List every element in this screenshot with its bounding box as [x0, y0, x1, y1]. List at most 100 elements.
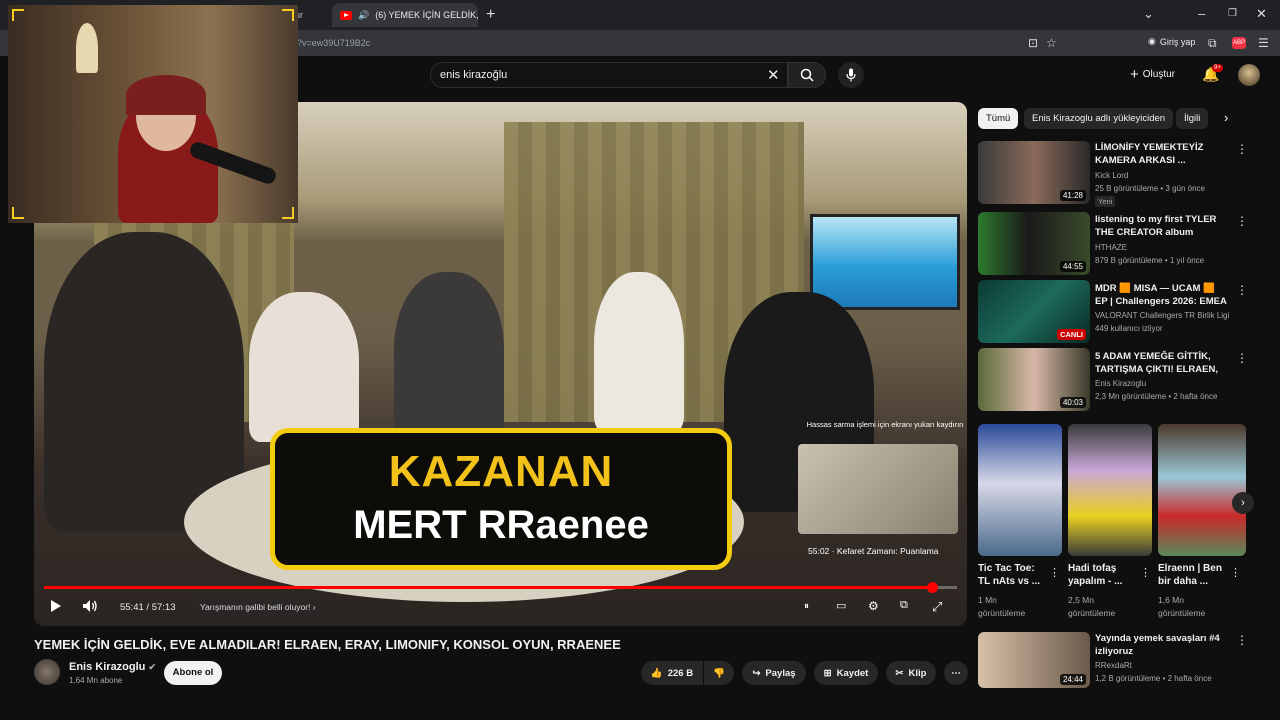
scissors-icon: ✂	[895, 667, 904, 679]
frame-corner	[12, 9, 24, 21]
bookmark-star-icon[interactable]: ☆	[1046, 36, 1057, 50]
rec-more-icon[interactable]: ⋮	[1236, 633, 1248, 647]
new-tab-button[interactable]: +	[486, 6, 495, 24]
chip-related[interactable]: İlgili	[1176, 108, 1209, 129]
short-thumbnail[interactable]	[978, 424, 1062, 556]
short-more-icon[interactable]: ⋮	[1049, 566, 1060, 579]
rec-thumbnail[interactable]: CANLI	[978, 280, 1090, 343]
scene-person	[249, 292, 359, 442]
scroll-hint: Hassas sarma işlemi için ekranı yukarı k…	[806, 420, 964, 429]
short-views: 1 Mn görüntüleme	[978, 595, 1026, 618]
short-more-icon[interactable]: ⋮	[1230, 566, 1241, 579]
window-close-icon[interactable]: ✕	[1256, 6, 1267, 22]
browser-menu-icon[interactable]: ☰	[1258, 36, 1269, 50]
thumbs-up-icon: 👍	[650, 667, 663, 679]
banner-winner-name: MERT RRaenee	[353, 503, 649, 547]
tab-active[interactable]: 🔊 (6) YEMEK İÇİN GELDİK, EVE ✕	[332, 3, 478, 27]
minimize-icon[interactable]: –	[1198, 6, 1205, 21]
rec-thumbnail[interactable]: 40:03	[978, 348, 1090, 411]
share-button[interactable]: ↪ Paylaş	[742, 661, 806, 685]
rec-title[interactable]: LİMONİFY YEMEKTEYİZ KAMERA ARKASI ...	[1095, 141, 1227, 167]
autoplay-toggle[interactable]: ⏸	[804, 601, 809, 612]
dislike-button[interactable]: 👎	[704, 661, 734, 685]
rec-more-icon[interactable]: ⋮	[1236, 142, 1248, 156]
short-thumbnail[interactable]	[1068, 424, 1152, 556]
time-separator: /	[143, 602, 152, 613]
settings-gear-icon[interactable]: ⚙	[868, 599, 879, 613]
rec-title[interactable]: Yayında yemek savaşları #4 izliyoruz	[1095, 632, 1227, 658]
banner-headline: KAZANAN	[388, 447, 614, 496]
time-display: 55:41 / 57:13	[120, 602, 175, 613]
rec-more-icon[interactable]: ⋮	[1236, 283, 1248, 297]
time-current: 55:41	[120, 602, 144, 613]
frame-corner	[12, 207, 24, 219]
clip-button[interactable]: ✂ Klip	[886, 661, 936, 685]
voice-search-button[interactable]	[838, 62, 864, 88]
search-button[interactable]	[788, 62, 826, 88]
account-avatar[interactable]	[1238, 64, 1260, 86]
search-icon	[800, 68, 814, 82]
rec-channel[interactable]: HTHAZE	[1095, 243, 1127, 252]
tab-search-icon[interactable]: ⌄	[1143, 6, 1154, 22]
subscriber-count: 1,64 Mn abone	[69, 676, 123, 685]
more-actions-icon[interactable]: ⋯	[944, 661, 968, 685]
signin-button[interactable]: ◉ Giriş yap	[1148, 36, 1195, 47]
notification-count-badge: 9+	[1212, 64, 1223, 72]
fullscreen-icon[interactable]: ⤢	[932, 599, 942, 615]
rec-thumbnail[interactable]: 41:28	[978, 141, 1090, 204]
short-thumbnail[interactable]	[1158, 424, 1246, 556]
url-text[interactable]: h?v=ew39U719B2c	[292, 38, 370, 48]
install-app-icon[interactable]: ⊡	[1028, 36, 1038, 50]
chapter-title: Yarışmanın galibi belli oluyor!	[200, 602, 311, 612]
rec-more-icon[interactable]: ⋮	[1236, 351, 1248, 365]
save-icon: ⊞	[823, 667, 832, 679]
rec-thumbnail[interactable]: 24:44	[978, 632, 1090, 688]
profile-icon: ◉	[1148, 36, 1156, 46]
like-button[interactable]: 👍 226 B	[641, 661, 703, 685]
search-input[interactable]: enis kirazoğlu ✕	[430, 62, 788, 88]
shorts-next-icon[interactable]: ›	[1232, 492, 1254, 514]
rec-channel[interactable]: Enis Kirazoglu	[1095, 379, 1146, 388]
restore-icon[interactable]: ❐	[1228, 8, 1237, 19]
channel-avatar[interactable]	[34, 659, 60, 685]
lamp-shape	[76, 23, 98, 73]
rec-title[interactable]: listening to my first TYLER THE CREATOR …	[1095, 213, 1227, 239]
clear-search-icon[interactable]: ✕	[767, 66, 780, 84]
scene-person	[394, 272, 504, 442]
short-title[interactable]: Elraenn | Ben bir daha ...	[1158, 562, 1222, 588]
share-icon: ↪	[752, 667, 761, 679]
chip-from-uploader[interactable]: Enis Kirazoglu adlı yükleyiciden	[1024, 108, 1174, 129]
scrub-chapter-label: 55:02 · Kefaret Zamanı: Puanlama	[808, 546, 939, 556]
create-button[interactable]: + Oluştur	[1130, 66, 1175, 83]
short-more-icon[interactable]: ⋮	[1140, 566, 1151, 579]
volume-button[interactable]	[82, 599, 98, 616]
verified-icon: ✔	[148, 662, 157, 672]
winner-banner: KAZANAN MERT RRaenee	[270, 428, 732, 570]
short-title[interactable]: Tic Tac Toe: TL nAts vs ...	[978, 562, 1042, 588]
chips-next-icon[interactable]: ›	[1224, 110, 1228, 125]
progress-scrubber[interactable]	[927, 582, 939, 593]
clip-label: Klip	[908, 667, 927, 679]
rec-title[interactable]: MDR 🟧 MISA — UCAM 🟧 EP | Challengers 202…	[1095, 282, 1227, 308]
short-title[interactable]: Hadi tofaş yapalım - ...	[1068, 562, 1132, 588]
thumbs-down-icon: 👎	[713, 667, 725, 679]
scene-person	[594, 272, 684, 432]
extensions-icon[interactable]: ⧉	[1208, 36, 1217, 51]
subscribe-button[interactable]: Abone ol	[164, 661, 222, 685]
live-badge: CANLI	[1057, 329, 1086, 340]
play-button[interactable]	[50, 599, 62, 616]
rec-channel[interactable]: Kick Lord	[1095, 171, 1128, 180]
rec-title[interactable]: 5 ADAM YEMEĞE GİTTİK, TARTIŞMA ÇIKTI! EL…	[1095, 350, 1227, 376]
rec-channel[interactable]: VALORANT Challengers TR Birlik Ligi	[1095, 311, 1229, 320]
rec-thumbnail[interactable]: 44:55	[978, 212, 1090, 275]
chip-all[interactable]: Tümü	[978, 108, 1019, 129]
rec-more-icon[interactable]: ⋮	[1236, 214, 1248, 228]
channel-name[interactable]: Enis Kirazoglu ✔	[69, 661, 156, 673]
like-count: 226 B	[667, 667, 694, 679]
adblock-extension-icon[interactable]: ABP	[1232, 37, 1246, 49]
save-button[interactable]: ⊞ Kaydet	[814, 661, 878, 685]
chapter-button[interactable]: Yarışmanın galibi belli oluyor! ›	[192, 597, 324, 617]
subtitles-icon[interactable]: ▭	[836, 599, 846, 612]
rec-channel[interactable]: RRexdaRt	[1095, 661, 1132, 670]
miniplayer-icon[interactable]: ⧉	[900, 599, 908, 612]
